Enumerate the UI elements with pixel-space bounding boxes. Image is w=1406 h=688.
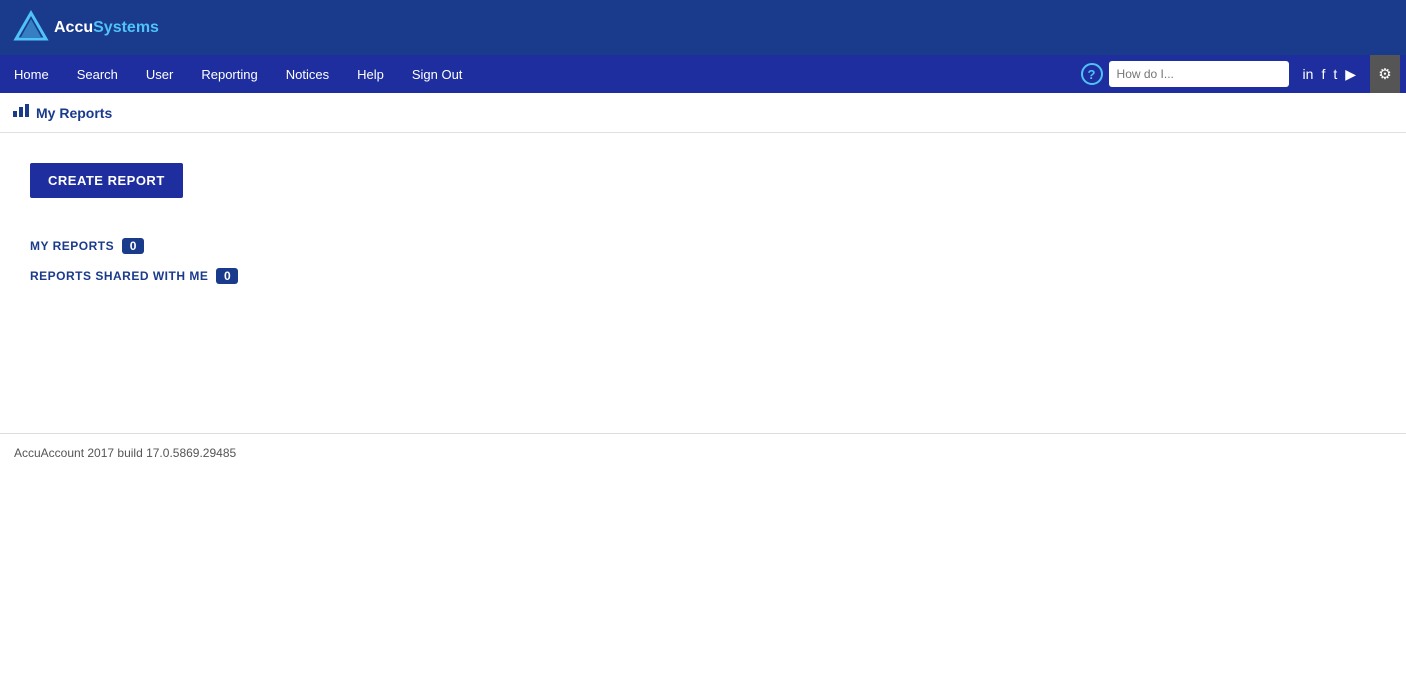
settings-icon[interactable]: ⚙ — [1370, 55, 1400, 93]
nav-notices[interactable]: Notices — [272, 55, 343, 93]
facebook-icon[interactable]: f — [1321, 66, 1325, 82]
nav-user[interactable]: User — [132, 55, 187, 93]
create-report-button[interactable]: CREATE REPORT — [30, 163, 183, 198]
nav-home[interactable]: Home — [0, 55, 63, 93]
bar-chart-icon — [12, 101, 30, 119]
breadcrumb-icon — [12, 101, 30, 124]
nav-signout[interactable]: Sign Out — [398, 55, 477, 93]
logo-text: AccuSystems — [54, 20, 159, 36]
linkedin-icon[interactable]: in — [1303, 66, 1314, 82]
main-content: CREATE REPORT MY REPORTS 0 REPORTS SHARE… — [0, 133, 1406, 433]
shared-reports-badge: 0 — [216, 268, 238, 284]
youtube-icon[interactable]: ▶ — [1345, 66, 1356, 83]
footer: AccuAccount 2017 build 17.0.5869.29485 — [0, 434, 1406, 472]
brand-bar: AccuSystems — [0, 0, 1406, 55]
version-text: AccuAccount 2017 build 17.0.5869.29485 — [14, 446, 236, 460]
breadcrumb: My Reports — [0, 93, 1406, 133]
search-area: ? in f t ▶ ⚙ — [1081, 55, 1406, 93]
twitter-icon[interactable]: t — [1333, 66, 1337, 82]
nav-bar: Home Search User Reporting Notices Help … — [0, 55, 1406, 93]
logo-icon — [12, 9, 50, 47]
search-input[interactable] — [1109, 61, 1289, 87]
reports-section: MY REPORTS 0 REPORTS SHARED WITH ME 0 — [30, 238, 1376, 284]
help-circle-icon[interactable]: ? — [1081, 63, 1103, 85]
shared-reports-label: REPORTS SHARED WITH ME — [30, 269, 208, 283]
my-reports-row: MY REPORTS 0 — [30, 238, 1376, 254]
my-reports-badge: 0 — [122, 238, 144, 254]
breadcrumb-text: My Reports — [36, 105, 112, 121]
social-icons: in f t ▶ — [1295, 66, 1364, 83]
nav-help[interactable]: Help — [343, 55, 398, 93]
nav-reporting[interactable]: Reporting — [187, 55, 271, 93]
nav-search[interactable]: Search — [63, 55, 132, 93]
nav-links: Home Search User Reporting Notices Help … — [0, 55, 1081, 93]
logo-area: AccuSystems — [12, 9, 159, 47]
my-reports-label: MY REPORTS — [30, 239, 114, 253]
shared-reports-row: REPORTS SHARED WITH ME 0 — [30, 268, 1376, 284]
